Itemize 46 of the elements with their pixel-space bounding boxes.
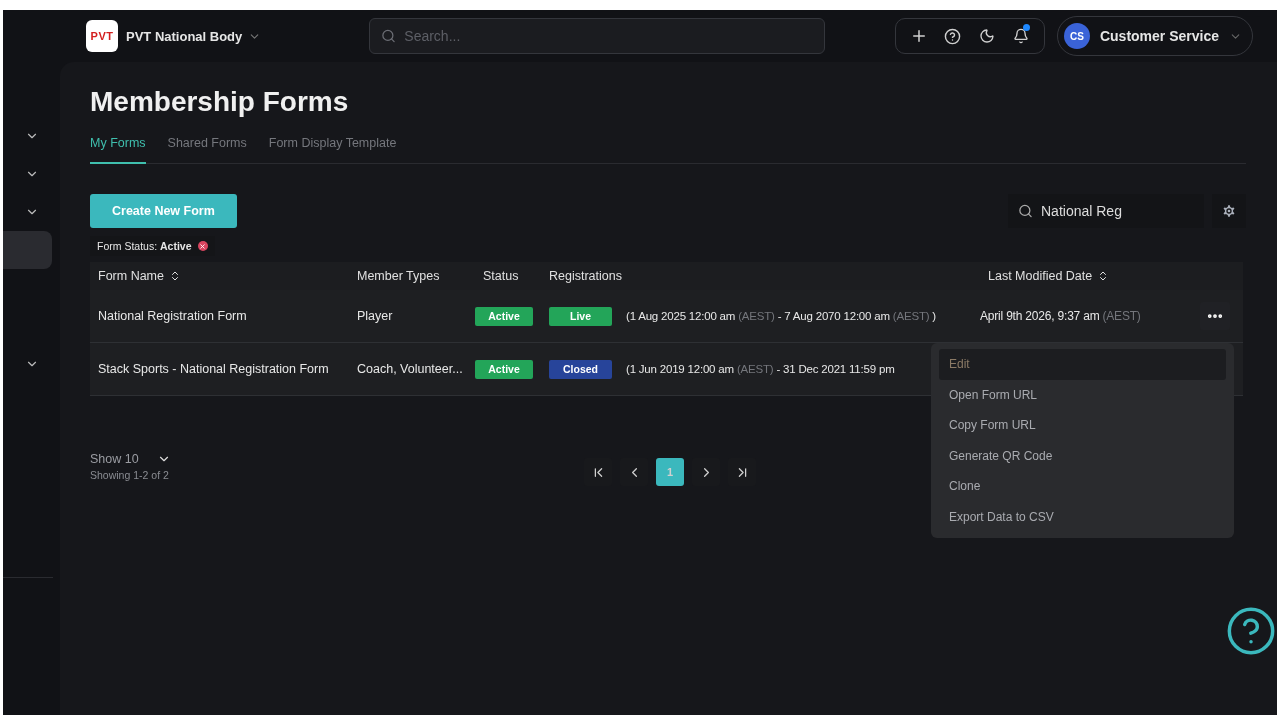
column-header: Status (482, 269, 520, 283)
date-text: April 9th 2026, 9:37 am (980, 309, 1100, 323)
column-header[interactable]: Last Modified Date (980, 269, 1192, 283)
results-summary: Showing 1-2 of 2 (90, 469, 170, 481)
table-cell-text: National Registration Form (97, 309, 248, 323)
filter-label: Form Status: Active (97, 240, 192, 252)
timezone-label: (AEST) (738, 310, 775, 322)
menu-item[interactable]: Clone (939, 471, 1226, 502)
status-badge: Active (475, 359, 533, 379)
date-text: (1 Jun 2019 12:00 am (626, 363, 734, 375)
tab[interactable]: Form Display Template (268, 136, 397, 164)
date-text: ) (932, 310, 936, 322)
menu-item[interactable]: Generate QR Code (939, 440, 1226, 471)
organization-logo: PVT (86, 20, 118, 52)
search-icon (381, 28, 397, 44)
menu-item[interactable]: Edit (939, 349, 1226, 380)
column-header: Registrations (549, 269, 623, 283)
timezone-label: (AEST) (1102, 309, 1141, 323)
date-text: - 31 Dec 2021 11:59 pm (776, 363, 895, 375)
search-icon (1018, 203, 1033, 219)
column-header[interactable]: Form Name (90, 269, 349, 283)
date-text: (1 Aug 2025 12:00 am (626, 310, 736, 322)
status-badge: Active (475, 306, 533, 326)
clear-filter-icon[interactable] (197, 241, 208, 251)
date-text: - 7 Aug 2070 12:00 am (777, 310, 890, 322)
menu-item[interactable]: Export Data to CSV (939, 501, 1226, 532)
table-row[interactable]: National Registration Form Player Active Live (1 Aug 2025 12:00 am (AEST) - 7 Aug 2070 12:00 am (AEST) ) April 9th 2026, 9:37 am (AEST) (90, 290, 1243, 343)
table-cell-text: Stack Sports - National Registration Form (97, 362, 330, 376)
search-field[interactable]: Search... (369, 18, 826, 54)
help-icon[interactable] (1225, 605, 1277, 657)
registration-badge: Closed (549, 359, 612, 379)
tab[interactable]: My Forms (90, 136, 146, 164)
table-cell-text: Coach, Volunteer... (356, 362, 464, 376)
sort-icon[interactable] (169, 270, 181, 282)
page-title: Membership Forms (90, 86, 350, 118)
registration-badge: Live (549, 306, 612, 326)
table-cell-text: Player (356, 309, 394, 323)
table-search-field[interactable]: National Reg (1008, 194, 1204, 228)
page-size-select[interactable]: Show 10 (90, 452, 171, 466)
tab[interactable]: Shared Forms (167, 136, 247, 164)
menu-item[interactable]: Copy Form URL (939, 410, 1226, 441)
timezone-label: (AEST) (736, 363, 774, 375)
organization-switcher[interactable]: PVT National Body (126, 28, 262, 44)
settings-icon[interactable] (1212, 194, 1246, 228)
timezone-label: (AEST) (892, 310, 930, 322)
column-header: Member Types (356, 269, 441, 283)
